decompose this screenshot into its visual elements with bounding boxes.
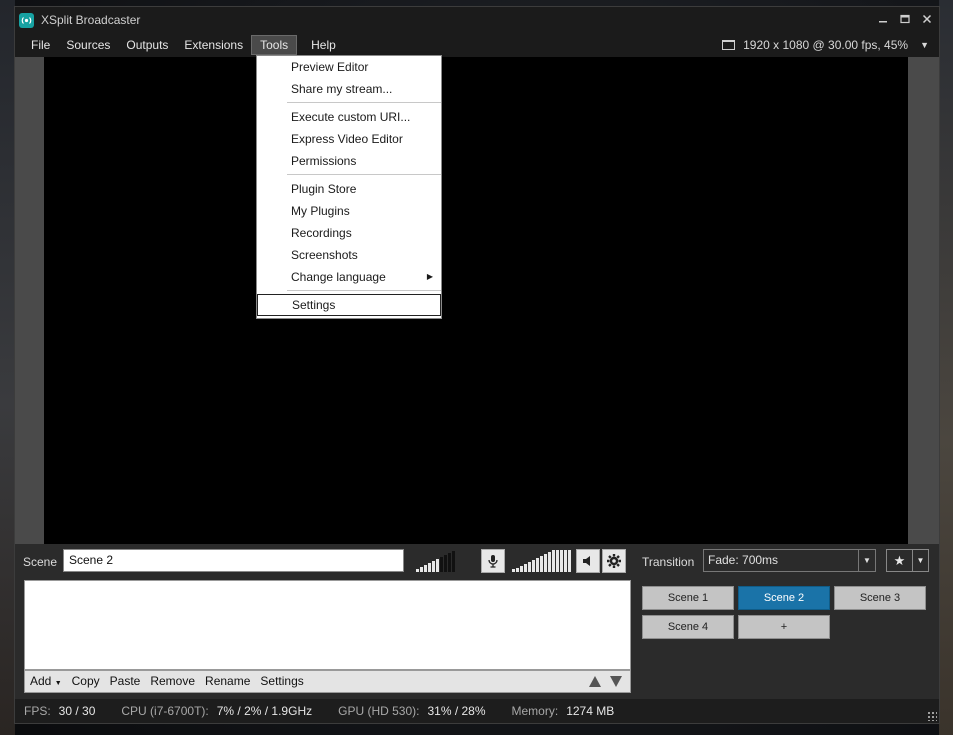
scene-button-3[interactable]: Scene 3 bbox=[834, 586, 926, 610]
cpu-value: 7% / 2% / 1.9GHz bbox=[216, 704, 313, 718]
monitor-icon bbox=[722, 40, 736, 50]
menu-extensions[interactable]: Extensions bbox=[176, 35, 251, 55]
speaker-icon[interactable] bbox=[576, 549, 600, 573]
speaker-level-meter bbox=[512, 550, 571, 572]
source-settings-button[interactable]: Settings bbox=[255, 671, 308, 692]
rename-button[interactable]: Rename bbox=[200, 671, 255, 692]
sources-list[interactable] bbox=[24, 580, 631, 670]
resolution-text: 1920 x 1080 @ 30.00 fps, 45% bbox=[743, 38, 909, 52]
maximize-icon[interactable] bbox=[899, 12, 911, 26]
menu-separator bbox=[287, 174, 441, 175]
transition-label: Transition bbox=[642, 555, 695, 569]
add-source-button[interactable]: Add ▼ bbox=[25, 671, 67, 692]
desktop-background-right bbox=[939, 0, 953, 735]
move-down-icon[interactable] bbox=[610, 676, 622, 687]
chevron-down-icon: ▼ bbox=[920, 40, 929, 50]
menuitem-change-language[interactable]: Change language ▶ bbox=[257, 266, 441, 288]
resolution-selector[interactable]: 1920 x 1080 @ 30.00 fps, 45% ▼ bbox=[722, 33, 929, 57]
desktop-background bbox=[0, 0, 15, 735]
menuitem-express-video-editor[interactable]: Express Video Editor bbox=[257, 128, 441, 150]
fps-value: 30 / 30 bbox=[58, 704, 96, 718]
fps-stat: FPS: 30 / 30 bbox=[24, 704, 95, 718]
microphone-icon[interactable] bbox=[481, 549, 505, 573]
chevron-down-icon: ▼ bbox=[858, 550, 875, 571]
close-icon[interactable] bbox=[921, 12, 933, 26]
memory-label: Memory: bbox=[511, 704, 559, 718]
paste-button[interactable]: Paste bbox=[105, 671, 146, 692]
gpu-stat: GPU (HD 530): 31% / 28% bbox=[338, 704, 485, 718]
sources-toolbar: Add ▼ Copy Paste Remove Rename Settings bbox=[24, 670, 631, 693]
minimize-icon[interactable] bbox=[877, 12, 889, 26]
gpu-value: 31% / 28% bbox=[427, 704, 486, 718]
menu-tools[interactable]: Tools bbox=[251, 35, 298, 55]
preview-area bbox=[15, 57, 939, 544]
menuitem-plugin-store[interactable]: Plugin Store bbox=[257, 178, 441, 200]
scene-panel: Scene Scene 2 Add ▼ Copy Paste Remove Re… bbox=[15, 544, 939, 699]
transition-value: Fade: 700ms bbox=[708, 553, 779, 567]
remove-button[interactable]: Remove bbox=[145, 671, 200, 692]
menuitem-execute-uri[interactable]: Execute custom URI... bbox=[257, 106, 441, 128]
stage-preview[interactable] bbox=[44, 57, 908, 544]
cpu-stat: CPU (i7-6700T): 7% / 2% / 1.9GHz bbox=[121, 704, 312, 718]
resize-grip-icon[interactable] bbox=[927, 711, 937, 721]
tools-dropdown-menu: Preview Editor Share my stream... Execut… bbox=[256, 55, 442, 319]
cpu-label: CPU (i7-6700T): bbox=[121, 704, 209, 718]
menuitem-change-language-label: Change language bbox=[291, 270, 386, 284]
menu-outputs[interactable]: Outputs bbox=[118, 35, 176, 55]
move-up-icon[interactable] bbox=[589, 676, 601, 687]
menu-help[interactable]: Help bbox=[303, 35, 344, 55]
menu-file[interactable]: File bbox=[23, 35, 58, 55]
chevron-down-icon: ▼ bbox=[916, 556, 925, 565]
scene-label: Scene bbox=[23, 555, 58, 569]
xsplit-logo-icon bbox=[19, 12, 34, 28]
scene-button-2[interactable]: Scene 2 bbox=[738, 586, 830, 610]
submenu-arrow-icon: ▶ bbox=[426, 272, 433, 281]
add-label: Add bbox=[30, 674, 52, 688]
add-scene-button[interactable]: + bbox=[738, 615, 830, 639]
scene-button-4[interactable]: Scene 4 bbox=[642, 615, 734, 639]
menu-sources[interactable]: Sources bbox=[58, 35, 118, 55]
scene-button-1[interactable]: Scene 1 bbox=[642, 586, 734, 610]
menuitem-recordings[interactable]: Recordings bbox=[257, 222, 441, 244]
window-title: XSplit Broadcaster bbox=[41, 13, 141, 27]
memory-stat: Memory: 1274 MB bbox=[512, 704, 615, 718]
menuitem-screenshots[interactable]: Screenshots bbox=[257, 244, 441, 266]
menu-separator bbox=[287, 102, 441, 103]
menuitem-preview-editor[interactable]: Preview Editor bbox=[257, 56, 441, 78]
mic-level-meter bbox=[416, 550, 455, 572]
menuitem-share-stream[interactable]: Share my stream... bbox=[257, 78, 441, 100]
title-bar: XSplit Broadcaster bbox=[15, 7, 939, 33]
transition-select[interactable]: Fade: 700ms ▼ bbox=[703, 549, 876, 572]
app-window: XSplit Broadcaster File Sources Outputs … bbox=[14, 6, 940, 724]
menuitem-settings[interactable]: Settings bbox=[257, 294, 441, 316]
memory-value: 1274 MB bbox=[566, 704, 615, 718]
status-bar: FPS: 30 / 30 CPU (i7-6700T): 7% / 2% / 1.9… bbox=[15, 699, 939, 723]
gear-icon[interactable] bbox=[602, 549, 626, 573]
star-add-icon: ★ bbox=[887, 550, 913, 571]
menuitem-permissions[interactable]: Permissions bbox=[257, 150, 441, 172]
scene-name-field[interactable]: Scene 2 bbox=[63, 549, 404, 572]
menu-separator bbox=[287, 290, 441, 291]
copy-button[interactable]: Copy bbox=[67, 671, 105, 692]
menuitem-my-plugins[interactable]: My Plugins bbox=[257, 200, 441, 222]
chevron-down-icon: ▼ bbox=[54, 680, 62, 687]
gpu-label: GPU (HD 530): bbox=[338, 704, 420, 718]
menu-bar: File Sources Outputs Extensions Tools He… bbox=[15, 33, 939, 57]
fps-label: FPS: bbox=[24, 704, 51, 718]
transition-effects-button[interactable]: ★ ▼ bbox=[886, 549, 929, 572]
